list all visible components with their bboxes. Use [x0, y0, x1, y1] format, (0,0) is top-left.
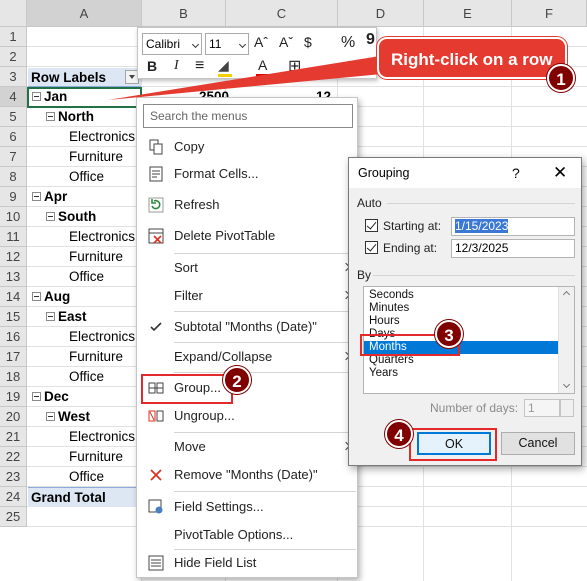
- step-badge-4: 4: [385, 420, 413, 448]
- step-badge-3: 3: [435, 320, 463, 348]
- callout-right-click-row: Right-click on a row: [377, 37, 567, 79]
- highlight-ok-button: [409, 428, 497, 461]
- highlight-group-item: [141, 374, 233, 404]
- step-badge-1: 1: [547, 64, 575, 92]
- callout-pointer: [108, 56, 382, 100]
- step-badge-2: 2: [223, 366, 251, 394]
